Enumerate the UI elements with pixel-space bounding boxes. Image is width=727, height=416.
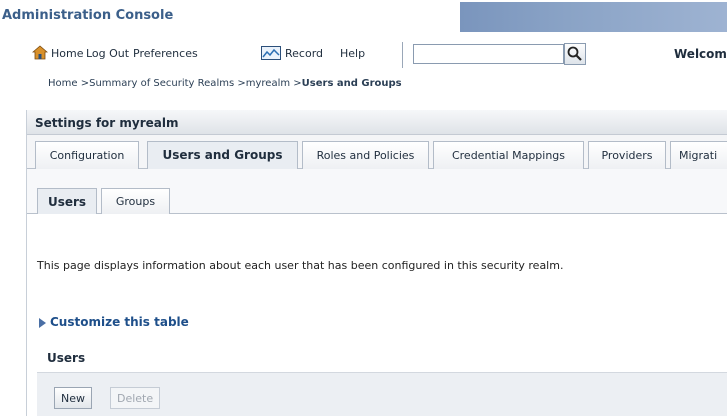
page-description: This page displays information about eac… — [37, 259, 564, 272]
breadcrumb-myrealm[interactable]: myrealm > — [246, 78, 302, 89]
search-input[interactable] — [413, 44, 564, 64]
subtab-users[interactable]: Users — [37, 188, 97, 214]
tab-migration[interactable]: Migrati — [670, 141, 727, 169]
subtab-groups[interactable]: Groups — [101, 188, 170, 214]
record-icon[interactable] — [261, 46, 281, 60]
subtab-area: Users Groups — [27, 169, 727, 221]
search-icon — [567, 46, 582, 61]
tab-credential-mappings[interactable]: Credential Mappings — [433, 141, 584, 169]
header: Administration Console — [0, 0, 727, 32]
tab-configuration[interactable]: Configuration — [35, 141, 139, 169]
breadcrumb: Home >Summary of Security Realms >myreal… — [48, 78, 402, 89]
home-link[interactable]: Home — [51, 47, 83, 60]
header-banner — [460, 2, 727, 32]
customize-table-label: Customize this table — [50, 315, 189, 329]
app-title: Administration Console — [2, 8, 174, 23]
delete-button: Delete — [110, 387, 161, 409]
breadcrumb-home[interactable]: Home > — [48, 78, 89, 89]
breadcrumb-current: Users and Groups — [301, 78, 402, 89]
new-button[interactable]: New — [54, 387, 92, 409]
settings-panel: Settings for myrealm Configuration Users… — [26, 110, 727, 416]
record-link[interactable]: Record — [285, 47, 323, 60]
panel-header: Settings for myrealm — [27, 110, 727, 135]
customize-table-link[interactable]: Customize this table — [39, 315, 189, 329]
expand-triangle-icon — [39, 317, 46, 328]
preferences-link[interactable]: Preferences — [133, 47, 198, 60]
toolbar-divider — [402, 42, 403, 68]
help-link[interactable]: Help — [340, 47, 365, 60]
home-icon[interactable] — [32, 45, 48, 60]
users-table-heading: Users — [47, 351, 86, 365]
tab-users-and-groups[interactable]: Users and Groups — [147, 141, 298, 170]
welcome-text: Welcome — [674, 47, 727, 61]
panel-title: Settings for myrealm — [35, 116, 179, 130]
table-toolbar: New Delete — [37, 372, 727, 416]
tab-providers[interactable]: Providers — [588, 141, 666, 169]
tab-bar: Configuration Users and Groups Roles and… — [27, 135, 727, 170]
tab-roles-and-policies[interactable]: Roles and Policies — [302, 141, 429, 169]
subtab-bar: Users Groups — [27, 169, 727, 214]
breadcrumb-security-realms[interactable]: Summary of Security Realms > — [89, 78, 246, 89]
search-button[interactable] — [564, 43, 586, 65]
logout-link[interactable]: Log Out — [86, 47, 129, 60]
toolbar: Home Log Out Preferences Record Help Wel… — [24, 40, 727, 70]
